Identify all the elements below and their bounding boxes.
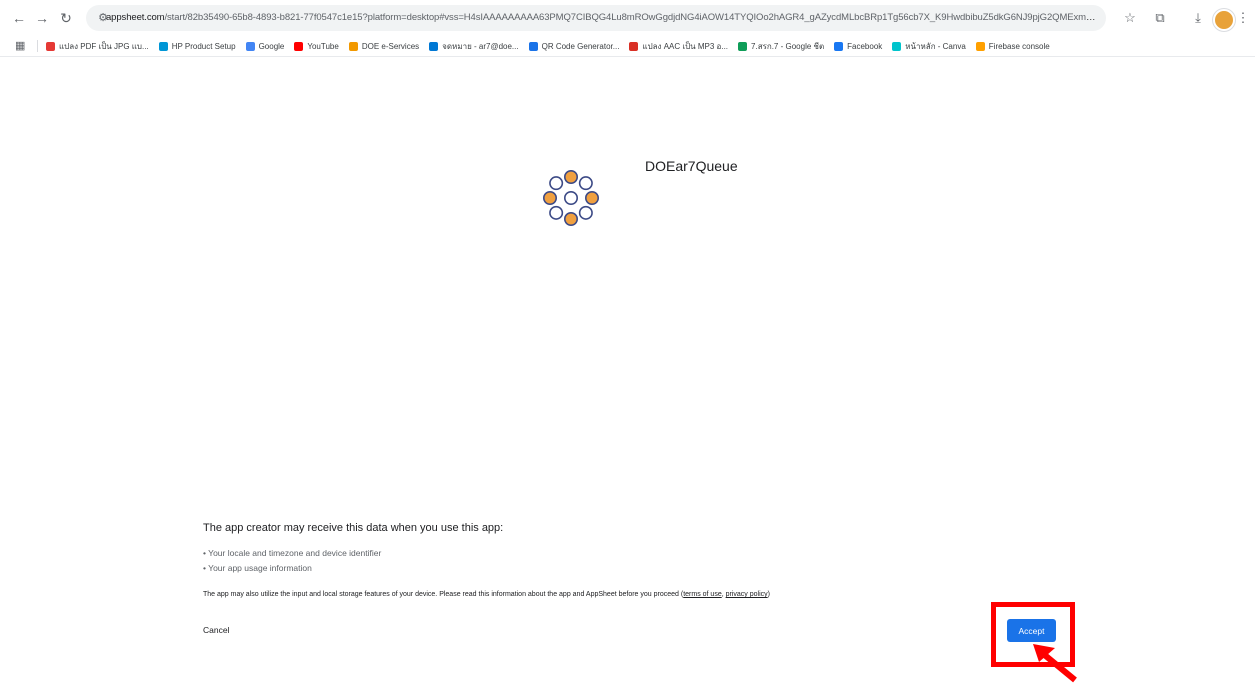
bookmark-label: Google [258, 41, 285, 51]
logo-dot [549, 176, 564, 191]
accept-button[interactable]: Accept [1007, 619, 1056, 642]
profile-avatar[interactable] [1213, 9, 1235, 31]
logo-dot [563, 170, 578, 184]
bookmark-item[interactable]: QR Code Generator... [528, 41, 620, 51]
facebook-icon [834, 41, 844, 51]
extensions-icon[interactable]: ⧉ [1150, 8, 1170, 28]
pointer-arrow-icon [1033, 644, 1077, 683]
firebase-icon [975, 41, 985, 51]
consent-note-text: The app may also utilize the input and l… [203, 591, 684, 598]
bookmark-item[interactable]: YouTube [294, 41, 339, 51]
bookmark-label: Facebook [847, 41, 883, 51]
bookmark-list: แปลง PDF เป็น JPG แบ... HP Product Setup G… [46, 36, 1050, 56]
logo-dot [578, 176, 593, 191]
consent-note: The app may also utilize the input and l… [203, 591, 770, 598]
cancel-button[interactable]: Cancel [203, 625, 229, 635]
logo-dot [543, 190, 557, 205]
arrow-shaft [1039, 649, 1077, 683]
logo-center-dot [563, 190, 578, 205]
bookmark-label: แปลง AAC เป็น MP3 อ... [642, 41, 729, 51]
bookmark-item[interactable]: Facebook [834, 41, 883, 51]
convert-icon [629, 41, 639, 51]
consent-item: • Your app usage information [203, 563, 312, 573]
bookmark-label: HP Product Setup [171, 41, 236, 51]
doe-icon [348, 41, 358, 51]
star-bookmark-icon[interactable]: ☆ [1120, 8, 1140, 28]
terms-of-use-link[interactable]: terms of use [683, 591, 722, 598]
logo-dot [578, 205, 593, 220]
consent-heading: The app creator may receive this data wh… [203, 522, 504, 534]
canva-icon [892, 41, 902, 51]
bookmark-label: YouTube [307, 41, 339, 51]
consent-item: • Your locale and timezone and device id… [203, 548, 382, 558]
bookmark-item[interactable]: Google [245, 41, 285, 51]
bookmark-item[interactable]: Firebase console [975, 41, 1050, 51]
app-name: DOEar7Queue [645, 158, 738, 174]
bookmark-label: หน้าหลัก - Canva [905, 41, 966, 51]
url-host: appsheet.com [106, 12, 165, 23]
bookmark-label: จดหมาย - ar7@doe... [442, 41, 519, 51]
privacy-policy-link[interactable]: privacy policy [726, 591, 768, 598]
qr-icon [528, 41, 538, 51]
google-icon [245, 41, 255, 51]
logo-dot [549, 205, 564, 220]
url-text[interactable]: appsheet.com/start/82b35490-65b8-4893-b8… [106, 5, 1096, 31]
bookmarks-divider [37, 40, 38, 52]
logo-dot [563, 211, 578, 226]
bookmark-item[interactable]: 7.สรก.7 - Google ชีต [738, 40, 824, 53]
bookmark-label: Firebase console [988, 41, 1050, 51]
hp-icon [158, 41, 168, 51]
bookmark-label: แปลง PDF เป็น JPG แบ... [59, 41, 149, 51]
bookmark-item[interactable]: จดหมาย - ar7@doe... [429, 40, 519, 53]
bookmark-label: DOE e-Services [361, 41, 420, 51]
reload-icon[interactable]: ↻ [56, 8, 76, 28]
apps-grid-icon[interactable]: ▦ [15, 39, 29, 53]
logo-dot [584, 190, 599, 205]
back-arrow-icon[interactable]: ← [9, 8, 29, 28]
url-path: /start/82b35490-65b8-4893-b821-77f0547c1… [164, 12, 1096, 23]
bookmark-item[interactable]: แปลง PDF เป็น JPG แบ... [46, 40, 149, 53]
address-bar[interactable]: ⚙ appsheet.com/start/82b35490-65b8-4893-… [86, 5, 1106, 31]
bookmark-label: 7.สรก.7 - Google ชีต [751, 41, 825, 51]
bookmark-item[interactable]: HP Product Setup [158, 41, 236, 51]
forward-arrow-icon[interactable]: → [32, 8, 52, 28]
consent-note-suffix: ) [767, 591, 770, 598]
download-icon[interactable]: ⤓ [1188, 8, 1208, 28]
sheets-icon [738, 41, 748, 51]
app-logo [543, 170, 599, 226]
bookmark-item[interactable]: แปลง AAC เป็น MP3 อ... [629, 40, 728, 53]
heart-icon [46, 41, 55, 51]
more-menu-icon[interactable]: ⋮ [1233, 8, 1253, 28]
bookmark-item[interactable]: หน้าหลัก - Canva [892, 40, 966, 53]
bookmarks-bar: ▦ แปลง PDF เป็น JPG แบ... HP Product Setu… [0, 36, 1255, 57]
outlook-icon [429, 41, 439, 51]
youtube-icon [294, 41, 304, 51]
bookmark-label: QR Code Generator... [541, 41, 620, 51]
bookmark-item[interactable]: DOE e-Services [348, 41, 420, 51]
browser-toolbar: ← → ↻ ⚙ appsheet.com/start/82b35490-65b8… [0, 0, 1255, 36]
